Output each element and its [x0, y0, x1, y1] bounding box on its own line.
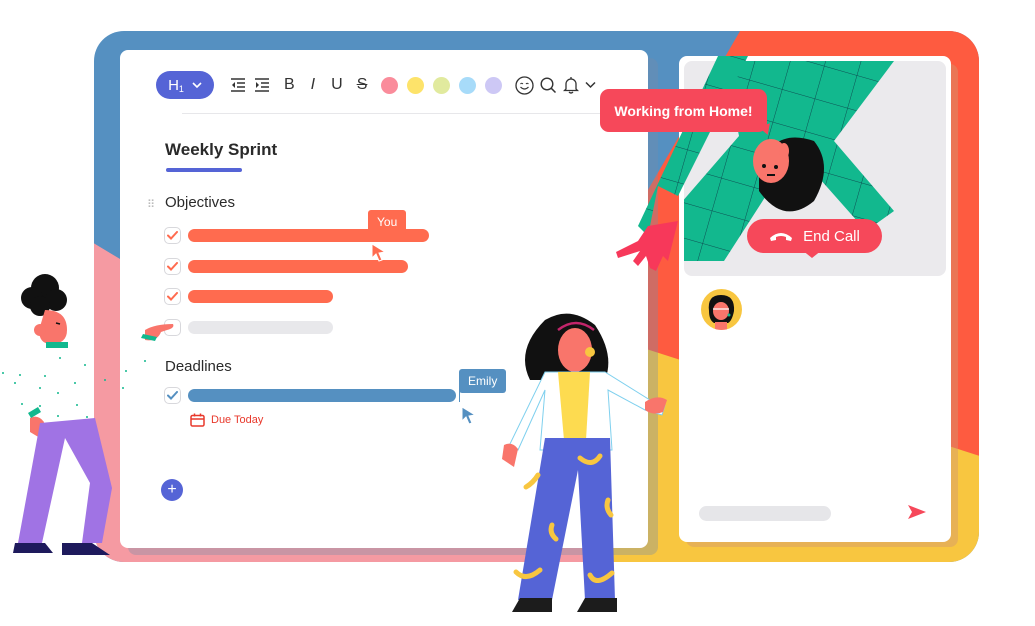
cursor-tag-emily: Emily [459, 369, 507, 393]
indent-icon[interactable] [254, 75, 270, 95]
task-checkbox[interactable] [164, 318, 181, 336]
heading-label: H [168, 76, 179, 94]
cursor-caret-you [368, 228, 369, 240]
section-deadlines-label: Deadlines [165, 358, 232, 375]
task-checkbox[interactable] [164, 387, 181, 404]
underline-button[interactable]: U [331, 75, 343, 95]
cursor-tag-you: You [368, 210, 407, 234]
color-swatch-3[interactable] [433, 76, 451, 94]
color-swatch-5[interactable] [485, 76, 503, 94]
task-row [164, 257, 408, 275]
task-row [164, 387, 456, 404]
end-call-tail [802, 250, 822, 258]
title-underline [166, 168, 242, 172]
color-swatch-4[interactable] [459, 76, 477, 94]
task-text-bar[interactable] [188, 259, 408, 273]
task-checkbox[interactable] [164, 288, 181, 305]
chat-input[interactable] [699, 506, 831, 521]
task-text-bar[interactable] [188, 290, 333, 303]
bold-button[interactable]: B [284, 75, 295, 95]
drag-handle-icon[interactable]: ⠿ [147, 198, 155, 211]
due-date[interactable]: Due Today [190, 413, 263, 427]
add-block-button[interactable]: + [161, 479, 183, 501]
italic-button[interactable]: I [311, 75, 315, 95]
page-title[interactable]: Weekly Sprint [165, 140, 277, 160]
toolbar-divider [182, 113, 608, 114]
color-swatches [381, 76, 511, 94]
editor-toolbar: H1 B I U S [156, 71, 596, 99]
more-options-chevron-icon[interactable] [585, 75, 596, 95]
search-icon[interactable] [540, 75, 557, 95]
task-text-bar[interactable] [188, 389, 456, 402]
speech-bubble: Working from Home! [600, 89, 767, 132]
participant-avatar[interactable] [701, 289, 742, 330]
check-icon [167, 391, 178, 400]
task-text-bar[interactable] [188, 320, 333, 334]
outdent-icon[interactable] [230, 75, 246, 95]
end-call-label: End Call [803, 227, 860, 245]
chevron-down-icon [192, 81, 202, 88]
section-objectives-label: Objectives [165, 194, 236, 211]
check-icon [167, 231, 178, 240]
task-row [164, 318, 333, 336]
calendar-icon [190, 413, 205, 427]
task-row [164, 288, 333, 305]
send-icon[interactable] [907, 504, 927, 520]
editor-card: H1 B I U S Weekly Sprint ⠿ Objectives De… [120, 50, 648, 548]
strikethrough-button[interactable]: S [357, 75, 368, 95]
heading-dropdown[interactable]: H1 [156, 71, 214, 99]
task-checkbox[interactable] [164, 227, 181, 244]
check-icon [167, 261, 178, 271]
mouse-pointer-emily-icon [461, 406, 477, 425]
phone-hangup-icon [770, 233, 793, 241]
heading-level: 1 [178, 83, 184, 94]
color-swatch-2[interactable] [407, 76, 425, 94]
emoji-icon[interactable] [515, 75, 535, 95]
due-label: Due Today [211, 414, 264, 426]
color-swatch-1[interactable] [381, 76, 399, 94]
end-call-button[interactable]: End Call [747, 219, 882, 253]
cursor-caret-emily [459, 388, 460, 402]
task-checkbox[interactable] [164, 257, 181, 275]
check-icon [167, 292, 178, 301]
bell-icon[interactable] [563, 75, 580, 95]
